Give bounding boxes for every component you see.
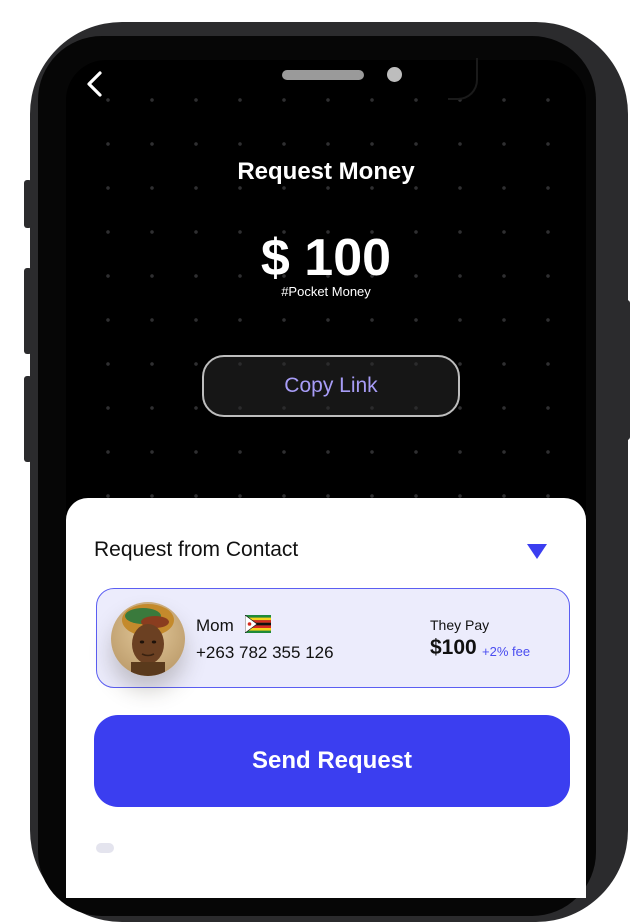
- request-tag: #Pocket Money: [281, 284, 371, 299]
- bottom-area: [66, 828, 586, 858]
- contact-phone: +263 782 355 126: [196, 643, 334, 662]
- phone-side-button: [24, 268, 32, 354]
- send-request-button[interactable]: Send Request: [94, 715, 570, 807]
- triangle-down-icon[interactable]: [527, 544, 547, 559]
- camera: [387, 67, 402, 82]
- phone-side-button: [24, 376, 32, 462]
- zimbabwe-flag-icon: [244, 614, 271, 638]
- chevron-left-icon: [87, 71, 102, 97]
- avatar: [111, 602, 185, 676]
- phone-side-button: [622, 300, 630, 440]
- they-pay-label: They Pay: [430, 617, 490, 633]
- page-title: Request Money: [237, 158, 415, 185]
- back-button[interactable]: [84, 70, 106, 100]
- they-pay-amount: $100: [430, 636, 477, 659]
- fee-label: +2% fee: [482, 644, 531, 659]
- speaker: [282, 70, 364, 80]
- contact-name: Mom: [196, 614, 271, 638]
- contact-name-text: Mom: [196, 615, 234, 635]
- phone-side-button: [24, 180, 32, 228]
- copy-link-button[interactable]: Copy Link: [202, 355, 460, 417]
- section-title: Request from Contact: [94, 538, 299, 561]
- request-amount: $ 100: [260, 229, 392, 287]
